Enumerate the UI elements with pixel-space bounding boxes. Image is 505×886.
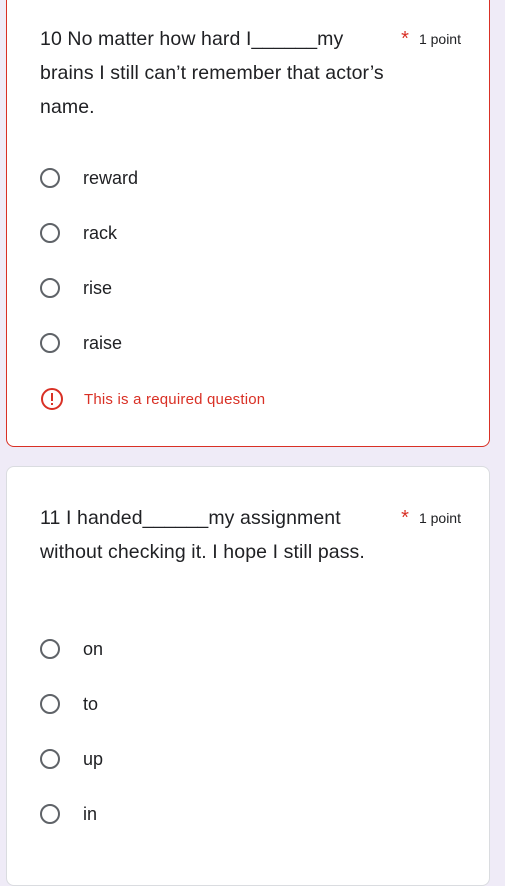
required-asterisk: * xyxy=(401,28,409,50)
option-label: in xyxy=(83,804,98,824)
question-header: 11 I handed______my assignment without c… xyxy=(40,501,461,569)
option-raise[interactable]: raise xyxy=(40,332,122,354)
radio-button[interactable] xyxy=(40,804,60,824)
radio-button[interactable] xyxy=(40,749,60,769)
question-card-11: 11 I handed______my assignment without c… xyxy=(6,466,490,886)
radio-button[interactable] xyxy=(40,333,60,353)
question-card-10: 10 No matter how hard I______my brains I… xyxy=(6,0,490,447)
option-label: up xyxy=(83,749,104,769)
error-exclamation-icon xyxy=(41,388,63,410)
radio-button[interactable] xyxy=(40,278,60,298)
radio-button[interactable] xyxy=(40,639,60,659)
option-label: rise xyxy=(83,278,113,298)
question-meta: * 1 point xyxy=(401,22,461,49)
question-title: 11 I handed______my assignment without c… xyxy=(40,507,365,563)
option-to[interactable]: to xyxy=(40,693,98,715)
option-label: reward xyxy=(83,168,139,188)
option-rack[interactable]: rack xyxy=(40,222,117,244)
option-rise[interactable]: rise xyxy=(40,277,112,299)
option-label: on xyxy=(83,639,104,659)
question-meta: * 1 point xyxy=(401,501,461,528)
radio-button[interactable] xyxy=(40,168,60,188)
radio-button[interactable] xyxy=(40,694,60,714)
option-reward[interactable]: reward xyxy=(40,167,138,189)
points-label: 1 point xyxy=(418,510,461,526)
option-label: to xyxy=(83,694,99,714)
option-in[interactable]: in xyxy=(40,803,97,825)
option-on[interactable]: on xyxy=(40,638,103,660)
question-header: 10 No matter how hard I______my brains I… xyxy=(40,22,461,124)
points-label: 1 point xyxy=(418,31,461,47)
required-asterisk: * xyxy=(401,507,409,529)
option-label: raise xyxy=(83,333,123,353)
required-error: This is a required question xyxy=(40,387,265,411)
question-title: 10 No matter how hard I______my brains I… xyxy=(40,28,384,118)
radio-button[interactable] xyxy=(40,223,60,243)
option-label: rack xyxy=(83,223,118,243)
option-up[interactable]: up xyxy=(40,748,103,770)
error-message: This is a required question xyxy=(84,390,266,408)
